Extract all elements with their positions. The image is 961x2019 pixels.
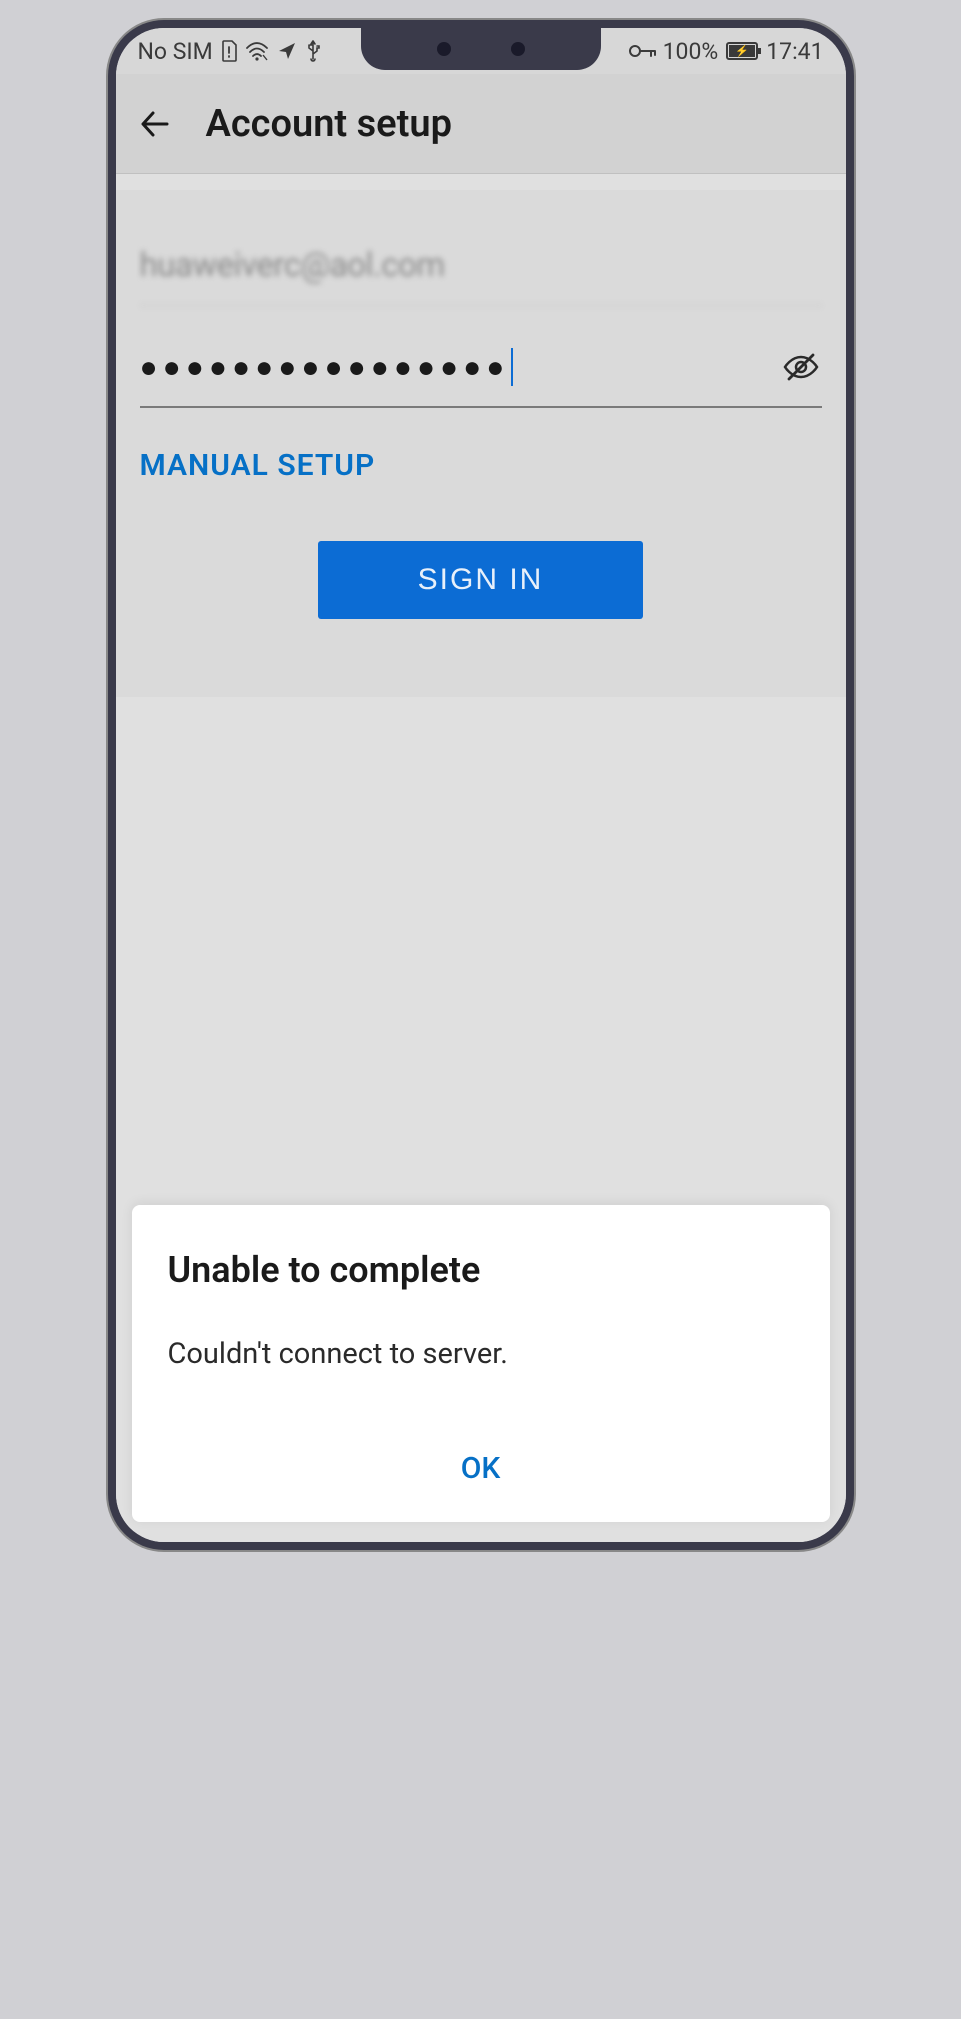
- dialog-ok-button[interactable]: OK: [168, 1443, 794, 1494]
- usb-icon: [305, 39, 321, 63]
- dialog-message: Couldn't connect to server.: [168, 1337, 794, 1371]
- battery-icon: ⚡: [726, 42, 758, 60]
- email-field[interactable]: huaweiverc@aol.com: [140, 240, 822, 306]
- dialog-title: Unable to complete: [168, 1249, 794, 1291]
- location-icon: [277, 41, 297, 61]
- status-time: 17:41: [766, 38, 823, 65]
- screen: No SIM 100%: [116, 28, 846, 1542]
- password-dots-text: ●●●●●●●●●●●●●●●●: [140, 350, 510, 385]
- manual-setup-link[interactable]: MANUAL SETUP: [140, 408, 822, 493]
- vpn-key-icon: [629, 43, 657, 59]
- app-bar: Account setup: [116, 74, 846, 174]
- status-left: No SIM: [138, 38, 321, 65]
- page-title: Account setup: [206, 102, 452, 146]
- error-dialog: Unable to complete Couldn't connect to s…: [132, 1205, 830, 1522]
- sim-status: No SIM: [138, 38, 213, 65]
- device-frame: No SIM 100%: [108, 20, 854, 1550]
- password-value: ●●●●●●●●●●●●●●●●: [140, 348, 514, 386]
- notch: [361, 28, 601, 70]
- battery-percent: 100%: [663, 38, 719, 65]
- toggle-password-visibility-icon[interactable]: [780, 346, 822, 388]
- form-area: huaweiverc@aol.com ●●●●●●●●●●●●●●●● MANU…: [116, 190, 846, 697]
- back-button[interactable]: [134, 102, 178, 146]
- password-field[interactable]: ●●●●●●●●●●●●●●●●: [140, 306, 822, 408]
- sim-alert-icon: [221, 40, 237, 62]
- signin-wrap: SIGN IN: [140, 493, 822, 667]
- notch-speaker: [437, 42, 451, 56]
- notch-camera: [511, 42, 525, 56]
- text-cursor: [511, 348, 513, 386]
- status-right: 100% ⚡ 17:41: [629, 38, 824, 65]
- signin-button[interactable]: SIGN IN: [318, 541, 644, 619]
- wifi-icon: [245, 41, 269, 61]
- content: huaweiverc@aol.com ●●●●●●●●●●●●●●●● MANU…: [116, 174, 846, 1542]
